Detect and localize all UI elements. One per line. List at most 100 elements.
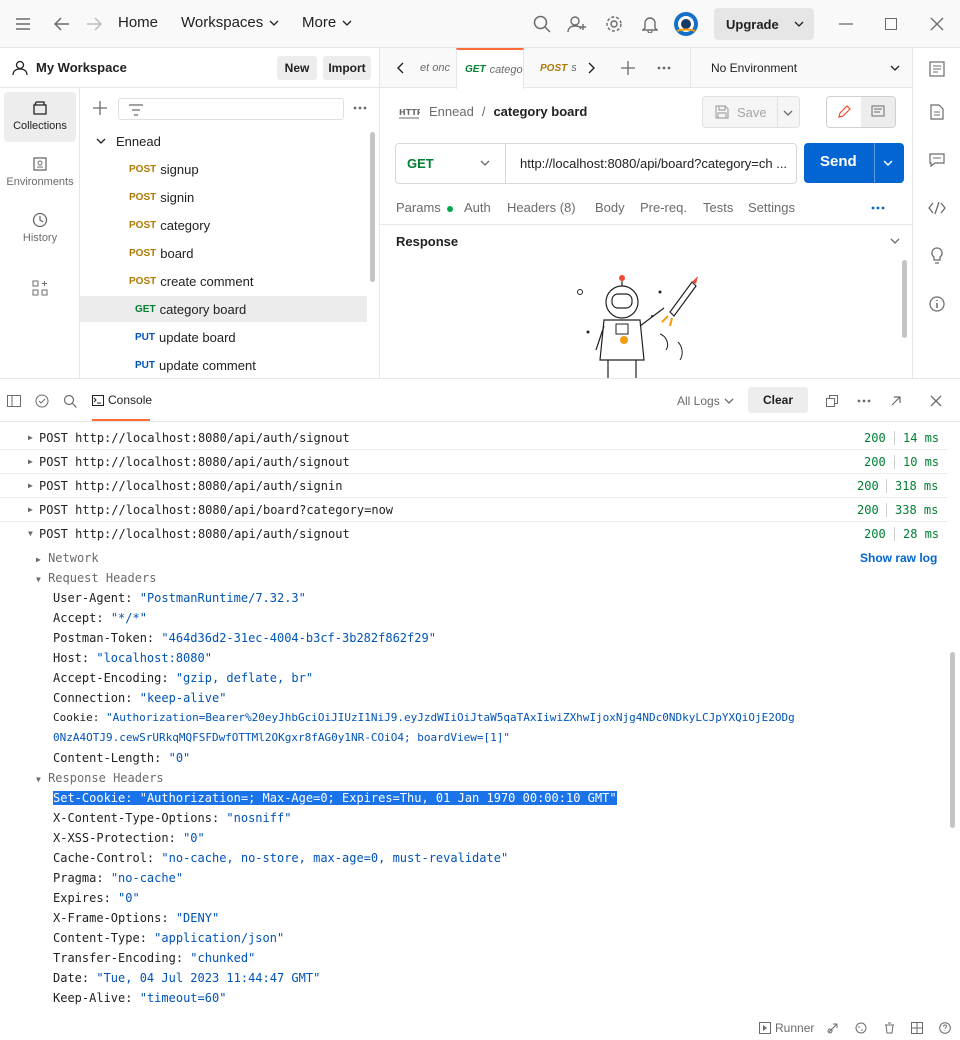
tab-category-board[interactable]: GET catego — [456, 48, 524, 89]
chevron-left-icon[interactable] — [392, 60, 408, 76]
log-row[interactable]: ▶ POST http://localhost:8080/api/board?c… — [0, 498, 948, 522]
copy-icon[interactable] — [824, 393, 840, 409]
log-level-select[interactable]: All Logs — [677, 394, 734, 408]
chevron-down-icon[interactable] — [790, 16, 808, 32]
settings-gear-icon[interactable] — [603, 14, 625, 34]
breadcrumb-collection[interactable]: Ennead — [429, 104, 474, 119]
notifications-bell-icon[interactable] — [639, 14, 661, 34]
request-item[interactable]: POST create comment — [80, 268, 367, 294]
log-row[interactable]: ▶ POST http://localhost:8080/api/auth/si… — [0, 450, 948, 474]
tab-request[interactable]: POST s — [530, 48, 576, 88]
request-item[interactable]: POST board — [80, 240, 367, 266]
tab-pre-request[interactable]: Pre-req. — [640, 200, 687, 215]
more-menu[interactable]: More — [302, 14, 352, 31]
request-item-selected[interactable]: GET category board — [80, 296, 367, 322]
tab-params[interactable]: Params — [396, 200, 454, 215]
tab-tests[interactable]: Tests — [703, 200, 733, 215]
expand-arrow-icon[interactable]: ▶ — [28, 457, 33, 466]
back-arrow-icon[interactable] — [52, 14, 72, 34]
more-options-icon[interactable] — [352, 102, 368, 114]
tree-scrollbar[interactable] — [370, 132, 375, 282]
tab-request[interactable]: et onc — [420, 48, 456, 88]
expand-arrow-icon[interactable]: ▶ — [28, 481, 33, 490]
minimize-icon[interactable] — [836, 14, 856, 34]
upgrade-button[interactable]: Upgrade — [714, 8, 814, 40]
request-item[interactable]: POST signup — [80, 156, 367, 182]
request-item[interactable]: PUT update board — [80, 324, 367, 350]
tab-settings[interactable]: Settings — [748, 200, 795, 215]
request-item[interactable]: PUT update comment — [80, 352, 367, 378]
invite-user-icon[interactable] — [566, 14, 588, 34]
forward-arrow-icon[interactable] — [84, 14, 104, 34]
collapse-arrow-icon[interactable]: ▼ — [28, 529, 33, 538]
request-headers-section[interactable]: ▼ Request Headers — [36, 571, 156, 585]
environment-select[interactable]: No Environment — [690, 48, 912, 88]
toggle-sidebar-icon[interactable] — [6, 393, 22, 409]
new-button[interactable]: New — [277, 56, 317, 80]
chevron-down-icon[interactable] — [783, 110, 793, 116]
maximize-icon[interactable] — [881, 14, 901, 34]
clear-button[interactable]: Clear — [748, 387, 808, 413]
network-section[interactable]: ▶ Network — [36, 551, 99, 565]
code-icon[interactable] — [927, 198, 947, 218]
info-icon[interactable] — [927, 294, 947, 314]
log-row[interactable]: ▶ POST http://localhost:8080/api/auth/si… — [0, 474, 948, 498]
request-item[interactable]: POST signin — [80, 184, 367, 210]
help-icon[interactable] — [938, 1021, 952, 1035]
environment-quicklook-icon[interactable] — [927, 60, 947, 78]
nav-collections[interactable]: Collections — [4, 92, 76, 142]
more-tabs-icon[interactable] — [870, 204, 886, 212]
chevron-right-icon[interactable] — [584, 60, 600, 76]
menu-icon[interactable] — [12, 14, 34, 34]
chevron-down-icon[interactable] — [883, 160, 893, 166]
expand-icon[interactable] — [888, 393, 904, 409]
close-window-icon[interactable] — [927, 14, 947, 34]
save-button[interactable]: Save — [702, 96, 800, 128]
home-link[interactable]: Home — [118, 14, 158, 31]
request-item[interactable]: POST category — [80, 212, 367, 238]
cookies-icon[interactable] — [854, 1021, 868, 1035]
collection-ennead[interactable]: Ennead — [80, 128, 367, 154]
request-title[interactable]: category board — [493, 104, 587, 119]
trash-icon[interactable] — [882, 1021, 896, 1035]
import-button[interactable]: Import — [323, 56, 371, 80]
comments-toggle-button[interactable] — [861, 97, 895, 127]
search-icon[interactable] — [62, 393, 78, 409]
response-headers-section[interactable]: ▼ Response Headers — [36, 771, 164, 785]
nav-environments[interactable]: Environments — [4, 148, 76, 198]
response-scrollbar[interactable] — [902, 260, 907, 338]
comments-icon[interactable] — [927, 150, 947, 170]
console-scrollbar[interactable] — [950, 652, 955, 828]
find-replace-icon[interactable] — [34, 393, 50, 409]
tab-options-icon[interactable] — [656, 62, 672, 74]
tab-body[interactable]: Body — [595, 200, 625, 215]
layout-icon[interactable] — [910, 1021, 924, 1035]
avatar[interactable] — [673, 11, 699, 37]
add-icon[interactable] — [92, 100, 108, 116]
url-input[interactable]: http://localhost:8080/api/board?category… — [520, 156, 790, 171]
expand-arrow-icon[interactable]: ▶ — [28, 505, 33, 514]
send-button[interactable]: Send — [804, 143, 904, 183]
workspaces-menu[interactable]: Workspaces — [181, 14, 279, 31]
edit-pencil-button[interactable] — [827, 97, 861, 127]
chevron-down-icon[interactable] — [890, 238, 900, 244]
nav-history[interactable]: History — [4, 204, 76, 254]
log-row[interactable]: ▶ POST http://localhost:8080/api/auth/si… — [0, 426, 948, 450]
filter-input[interactable] — [118, 98, 344, 120]
runner-button[interactable]: Runner — [759, 1021, 814, 1035]
method-select[interactable]: GET — [396, 144, 506, 183]
tab-headers[interactable]: Headers (8) — [507, 200, 576, 215]
show-raw-log-link[interactable]: Show raw log — [860, 551, 937, 565]
close-icon[interactable] — [928, 393, 944, 409]
tab-console[interactable]: Console — [92, 393, 152, 407]
more-options-icon[interactable] — [856, 395, 872, 407]
documentation-icon[interactable] — [927, 102, 947, 122]
expand-arrow-icon[interactable]: ▶ — [28, 433, 33, 442]
nav-apis[interactable] — [4, 272, 76, 306]
tab-auth[interactable]: Auth — [464, 200, 491, 215]
new-tab-icon[interactable] — [620, 60, 636, 76]
log-row-expanded[interactable]: ▼ POST http://localhost:8080/api/auth/si… — [0, 522, 948, 546]
capture-icon[interactable] — [826, 1021, 840, 1035]
lightbulb-icon[interactable] — [927, 246, 947, 266]
search-icon[interactable] — [531, 14, 553, 34]
